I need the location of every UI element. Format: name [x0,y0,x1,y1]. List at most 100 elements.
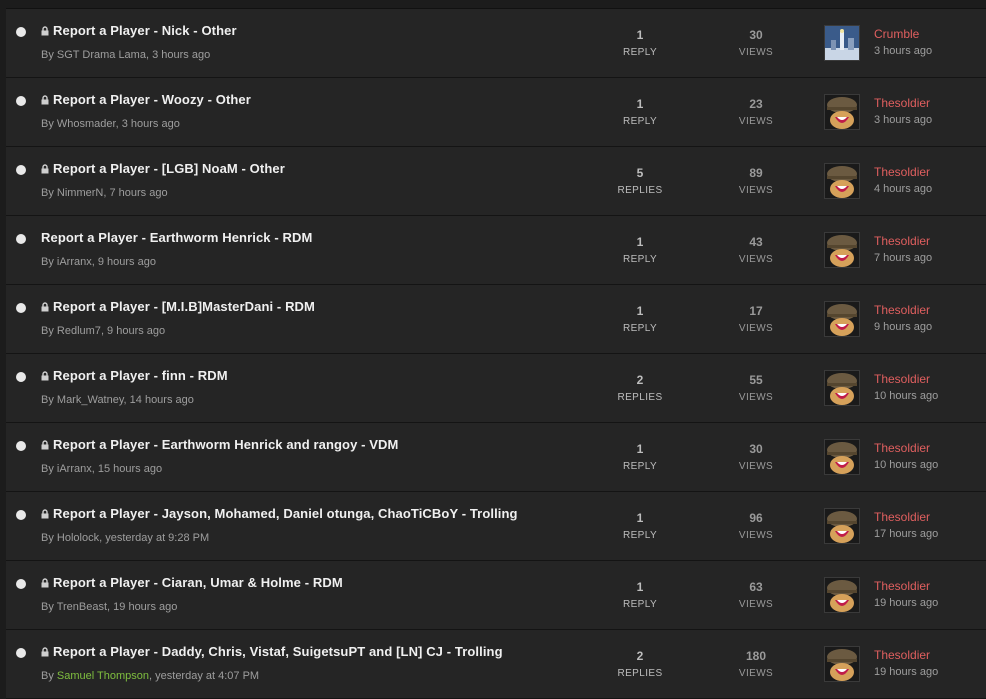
view-count: 43 VIEWS [716,233,796,269]
last-poster-name-link[interactable]: Thesoldier [874,510,930,524]
topic-row: Report a Player - Earthworm Henrick and … [6,423,986,492]
view-count-number: 180 [745,649,767,663]
topic-title-link[interactable]: Report a Player - finn - RDM [41,368,228,383]
last-poster-name-link[interactable]: Thesoldier [874,96,930,110]
topic-title-text: Report a Player - Jayson, Mohamed, Danie… [53,506,518,521]
city-avatar-icon [825,26,859,60]
last-poster-avatar[interactable] [824,439,860,475]
topic-title-link[interactable]: Report a Player - Earthworm Henrick - RD… [41,230,312,245]
topic-title-link[interactable]: Report a Player - [M.I.B]MasterDani - RD… [41,299,315,314]
view-count: 63 VIEWS [716,578,796,614]
last-poster-avatar[interactable] [824,25,860,61]
soldier-avatar-icon [825,95,859,129]
last-poster-name-link[interactable]: Thesoldier [874,441,930,455]
reply-count: 2 REPLIES [600,647,680,683]
last-poster-name-link[interactable]: Thesoldier [874,303,930,317]
reply-count-number: 1 [636,511,644,525]
topic-title-link[interactable]: Report a Player - Daddy, Chris, Vistaf, … [41,644,503,659]
topic-byline: By iArranx, 9 hours ago [41,256,156,268]
last-poster-name-link[interactable]: Thesoldier [874,648,930,662]
last-post-time: 7 hours ago [874,252,933,264]
topic-title-text: Report a Player - Daddy, Chris, Vistaf, … [53,644,503,659]
topic-byline: By Samuel Thompson, yesterday at 4:07 PM [41,670,259,682]
topic-byline: By Mark_Watney, 14 hours ago [41,394,194,406]
last-poster-name-link[interactable]: Crumble [874,27,919,41]
topic-start-time: , yesterday at 9:28 PM [99,532,210,544]
reply-count: 1 REPLY [600,233,680,269]
lock-icon [41,371,49,381]
lock-icon [41,26,49,36]
lock-icon [41,95,49,105]
by-prefix: By [41,463,57,475]
last-poster-avatar[interactable] [824,94,860,130]
last-post-time: 10 hours ago [874,459,939,471]
last-poster-name-link[interactable]: Thesoldier [874,579,930,593]
reply-count-label: REPLY [622,530,658,541]
soldier-avatar-icon [825,233,859,267]
lock-icon [41,302,49,312]
view-count-label: VIEWS [738,47,774,58]
topic-start-time: , 7 hours ago [103,187,168,199]
last-poster-avatar[interactable] [824,577,860,613]
last-poster-name-link[interactable]: Thesoldier [874,165,930,179]
topic-row: Report a Player - Daddy, Chris, Vistaf, … [6,630,986,699]
by-prefix: By [41,187,57,199]
topic-byline: By Redlum7, 9 hours ago [41,325,165,337]
topic-title-text: Report a Player - Earthworm Henrick and … [53,437,399,452]
topic-author-link[interactable]: Samuel Thompson [57,670,149,682]
topic-title-link[interactable]: Report a Player - Earthworm Henrick and … [41,437,398,452]
reply-count: 1 REPLY [600,509,680,545]
topic-title-text: Report a Player - Earthworm Henrick - RD… [41,230,313,245]
by-prefix: By [41,256,57,268]
view-count-number: 89 [749,166,763,180]
topic-title-link[interactable]: Report a Player - Jayson, Mohamed, Danie… [41,506,518,521]
topic-author-link[interactable]: Whosmader [57,118,116,130]
topic-author-link[interactable]: Redlum7 [57,325,101,337]
last-post-time: 3 hours ago [874,114,933,126]
last-poster-name-link[interactable]: Thesoldier [874,234,930,248]
topic-start-time: , 9 hours ago [91,256,156,268]
topic-author-link[interactable]: NimmerN [57,187,103,199]
reply-count: 1 REPLY [600,26,680,62]
view-count-number: 30 [749,28,763,42]
by-prefix: By [41,49,57,61]
view-count-label: VIEWS [738,254,774,265]
soldier-avatar-icon [825,164,859,198]
last-poster-name-link[interactable]: Thesoldier [874,372,930,386]
topic-author-link[interactable]: SGT Drama Lama [57,49,146,61]
topic-title-text: Report a Player - Ciaran, Umar & Holme -… [53,575,343,590]
view-count-number: 96 [749,511,763,525]
topic-title-link[interactable]: Report a Player - Woozy - Other [41,92,251,107]
topic-author-link[interactable]: iArranx [57,463,92,475]
soldier-avatar-icon [825,647,859,681]
topic-author-link[interactable]: Mark_Watney [57,394,124,406]
topic-row: Report a Player - finn - RDM By Mark_Wat… [6,354,986,423]
topic-title-link[interactable]: Report a Player - Ciaran, Umar & Holme -… [41,575,343,590]
unread-dot-icon [16,234,26,244]
reply-count-label: REPLIES [617,392,663,403]
reply-count-label: REPLY [622,47,658,58]
topic-start-time: , 15 hours ago [91,463,163,475]
reply-count-label: REPLY [622,599,658,610]
last-poster-avatar[interactable] [824,163,860,199]
last-poster-avatar[interactable] [824,232,860,268]
view-count: 23 VIEWS [716,95,796,131]
topic-title-link[interactable]: Report a Player - Nick - Other [41,23,237,38]
last-poster-avatar[interactable] [824,370,860,406]
last-poster-avatar[interactable] [824,508,860,544]
view-count: 17 VIEWS [716,302,796,338]
view-count-label: VIEWS [738,392,774,403]
last-poster-avatar[interactable] [824,301,860,337]
topic-byline: By Hololock, yesterday at 9:28 PM [41,532,209,544]
topic-title-text: Report a Player - Woozy - Other [53,92,251,107]
topic-author-link[interactable]: iArranx [57,256,92,268]
topic-author-link[interactable]: TrenBeast [57,601,107,613]
reply-count-label: REPLY [622,254,658,265]
topic-author-link[interactable]: Hololock [57,532,99,544]
lock-icon [41,647,49,657]
topic-start-time: , 14 hours ago [123,394,194,406]
reply-count: 1 REPLY [600,578,680,614]
unread-dot-icon [16,303,26,313]
topic-row: Report a Player - Woozy - Other By Whosm… [6,78,986,147]
topic-title-link[interactable]: Report a Player - [LGB] NoaM - Other [41,161,285,176]
